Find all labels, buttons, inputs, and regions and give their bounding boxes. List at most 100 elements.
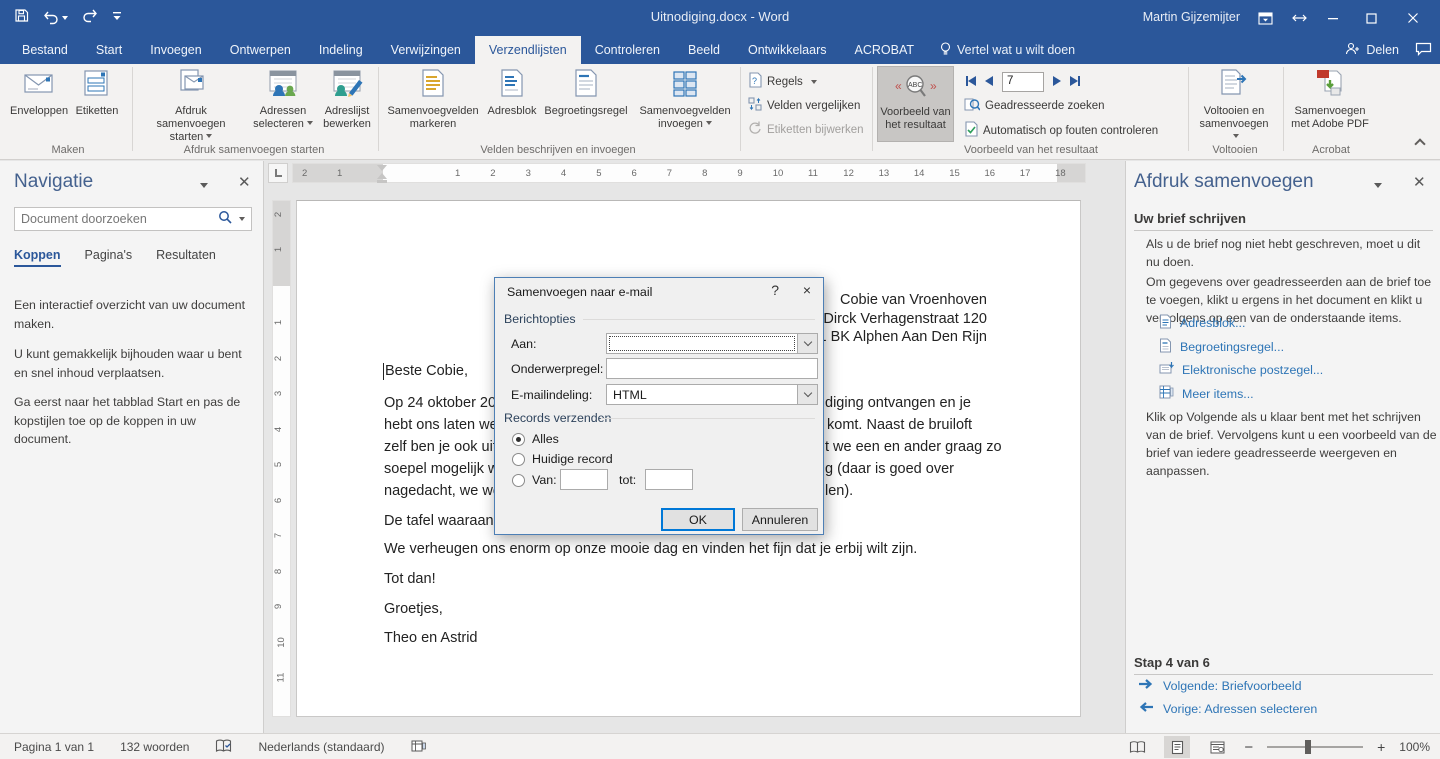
maximize-button[interactable] xyxy=(1350,0,1392,36)
afdruk-samenvoegen-starten-button[interactable]: Afdruk samenvoegen starten xyxy=(140,68,242,144)
task-pane-close-icon[interactable]: ✕ xyxy=(1413,173,1426,191)
aan-combobox[interactable] xyxy=(606,333,818,354)
web-layout-icon[interactable] xyxy=(1204,736,1230,758)
record-number-field[interactable]: 7 xyxy=(1002,72,1044,92)
comment-icon[interactable] xyxy=(1415,42,1432,59)
adressen-selecteren-button[interactable]: Adressen selecteren xyxy=(250,68,316,131)
ok-button[interactable]: OK xyxy=(661,508,735,531)
share-button[interactable]: Delen xyxy=(1345,42,1399,58)
dialog-close-icon[interactable]: × xyxy=(803,282,811,298)
velden-vergelijken-button[interactable]: Velden vergelijken xyxy=(748,96,860,115)
nav-pane-menu-icon[interactable] xyxy=(200,183,208,188)
zoom-slider-handle[interactable] xyxy=(1305,740,1311,754)
zoom-level[interactable]: 100% xyxy=(1399,740,1430,754)
address-line-3: 81 BK Alphen Aan Den Rijn xyxy=(810,328,987,347)
page-indicator[interactable]: Pagina 1 van 1 xyxy=(14,740,94,754)
arrow-left-icon xyxy=(1138,701,1154,716)
tab-verzendlijsten[interactable]: Verzendlijsten xyxy=(475,36,581,64)
van-radio[interactable] xyxy=(512,474,525,487)
annuleren-button[interactable]: Annuleren xyxy=(742,508,818,531)
samenvoegvelden-markeren-button[interactable]: Samenvoegvelden markeren xyxy=(384,68,482,131)
highlight-merge-fields-icon xyxy=(384,68,482,102)
left-indent-marker[interactable] xyxy=(377,180,387,183)
meer-items-link[interactable]: Meer items... xyxy=(1159,385,1254,402)
alles-radio[interactable] xyxy=(512,433,525,446)
search-icon[interactable] xyxy=(214,210,236,229)
mail-merge-status-icon[interactable] xyxy=(411,739,426,756)
task-pane-menu-icon[interactable] xyxy=(1374,183,1382,188)
proofing-icon[interactable] xyxy=(215,739,232,756)
tab-invoegen[interactable]: Invoegen xyxy=(136,36,215,64)
user-name[interactable]: Martin Gijzemijter xyxy=(1143,10,1240,24)
nav-tab-koppen[interactable]: Koppen xyxy=(14,248,61,267)
enveloppen-button[interactable]: Enveloppen xyxy=(10,68,68,118)
nav-tab-resultaten[interactable]: Resultaten xyxy=(156,248,216,262)
van-input[interactable] xyxy=(560,469,608,490)
huidige-record-radio[interactable] xyxy=(512,453,525,466)
tab-acrobat[interactable]: ACROBAT xyxy=(841,36,929,64)
record-last-icon[interactable] xyxy=(1070,73,1080,91)
adreslijst-bewerken-button[interactable]: Adreslijst bewerken xyxy=(318,68,376,131)
tab-beeld[interactable]: Beeld xyxy=(674,36,734,64)
begroetingsregel-button[interactable]: Begroetingsregel xyxy=(542,68,630,118)
ribbon-display-options-icon[interactable] xyxy=(1248,0,1282,36)
tab-controleren[interactable]: Controleren xyxy=(581,36,674,64)
vertical-ruler[interactable]: 21 1234567891011 xyxy=(272,200,291,717)
zoom-slider[interactable] xyxy=(1267,746,1363,748)
tab-verwijzingen[interactable]: Verwijzingen xyxy=(377,36,475,64)
zoom-out-icon[interactable]: − xyxy=(1244,739,1253,756)
alles-label[interactable]: Alles xyxy=(532,432,559,446)
prev-step-link[interactable]: Vorige: Adressen selecteren xyxy=(1138,701,1317,716)
elektronische-postzegel-link[interactable]: Elektronische postzegel... xyxy=(1159,361,1323,378)
zoom-in-icon[interactable]: + xyxy=(1377,739,1385,755)
record-first-icon[interactable] xyxy=(966,73,976,91)
word-count[interactable]: 132 woorden xyxy=(120,740,189,754)
samenvoegen-adobe-pdf-button[interactable]: Samenvoegen met Adobe PDF xyxy=(1288,68,1372,131)
voorbeeld-resultaat-toggle[interactable]: «»ABC Voorbeeld van het resultaat xyxy=(877,66,954,142)
nav-pane-close-icon[interactable]: ✕ xyxy=(238,173,251,191)
next-step-link[interactable]: Volgende: Briefvoorbeeld xyxy=(1138,678,1301,693)
onderwerpregel-input[interactable] xyxy=(606,358,818,379)
begroetingsregel-link[interactable]: Begroetingsregel... xyxy=(1159,338,1284,356)
etiketten-button[interactable]: Etiketten xyxy=(70,68,124,118)
tab-bestand[interactable]: Bestand xyxy=(8,36,82,64)
first-line-indent-marker[interactable] xyxy=(377,165,387,171)
hanging-indent-marker[interactable] xyxy=(377,173,387,179)
tot-input[interactable] xyxy=(645,469,693,490)
van-label[interactable]: Van: xyxy=(532,473,557,487)
search-dropdown-icon[interactable] xyxy=(236,210,251,228)
search-input[interactable]: Document doorzoeken xyxy=(14,207,252,231)
adresblok-link[interactable]: Adresblok... xyxy=(1159,314,1245,332)
adresblok-button[interactable]: Adresblok xyxy=(484,68,540,118)
emailindeling-select[interactable]: HTML xyxy=(606,384,818,405)
record-next-icon[interactable] xyxy=(1053,73,1061,91)
tell-me-box[interactable]: Vertel wat u wilt doen xyxy=(928,36,1087,64)
tab-indeling[interactable]: Indeling xyxy=(305,36,377,64)
regels-button[interactable]: ? Regels xyxy=(748,72,817,91)
print-layout-icon[interactable] xyxy=(1164,736,1190,758)
nav-pane-title: Navigatie xyxy=(14,171,93,193)
close-button[interactable] xyxy=(1392,0,1434,36)
minimize-button[interactable] xyxy=(1316,0,1350,36)
tab-start[interactable]: Start xyxy=(82,36,136,64)
samenvoegvelden-invoegen-button[interactable]: Samenvoegvelden invoegen xyxy=(634,68,736,131)
aan-dropdown-icon[interactable] xyxy=(797,334,817,353)
collapse-ribbon-icon[interactable] xyxy=(1416,140,1424,148)
geadresseerde-zoeken-button[interactable]: Geadresseerde zoeken xyxy=(964,97,1105,115)
record-prev-icon[interactable] xyxy=(985,73,993,91)
tab-ontwerpen[interactable]: Ontwerpen xyxy=(216,36,305,64)
horizontal-ruler[interactable]: 21 123456789101112131415161718 xyxy=(292,163,1086,183)
address-block-doc-icon xyxy=(1159,314,1172,332)
emailindeling-dropdown-icon[interactable] xyxy=(797,385,817,404)
huidige-record-label[interactable]: Huidige record xyxy=(532,452,613,466)
language-indicator[interactable]: Nederlands (standaard) xyxy=(258,740,384,754)
tab-selector[interactable] xyxy=(268,163,288,183)
fouten-controleren-button[interactable]: Automatisch op fouten controleren xyxy=(964,121,1158,140)
word-window: Uitnodiging.docx - Word Martin Gijzemijt… xyxy=(0,0,1440,759)
nav-tab-paginas[interactable]: Pagina's xyxy=(85,248,133,262)
dialog-help-icon[interactable]: ? xyxy=(771,282,779,298)
collapse-expand-icon[interactable] xyxy=(1282,0,1316,36)
tab-ontwikkelaars[interactable]: Ontwikkelaars xyxy=(734,36,841,64)
read-mode-icon[interactable] xyxy=(1124,736,1150,758)
voltooien-samenvoegen-button[interactable]: Voltooien en samenvoegen xyxy=(1195,68,1273,144)
